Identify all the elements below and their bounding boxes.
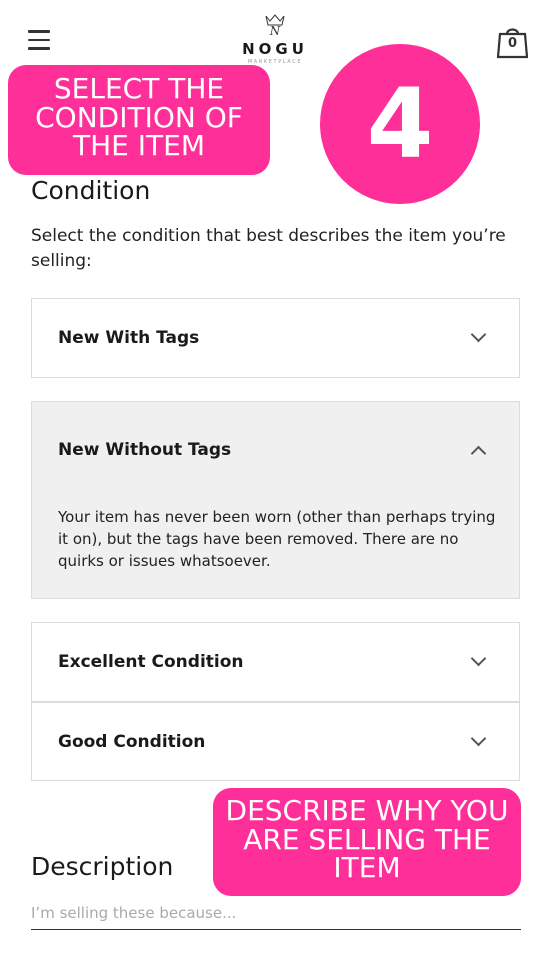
logo[interactable]: N NOGU MARKETPLACE (230, 12, 320, 65)
description-title: Description (31, 852, 174, 881)
condition-subtitle: Select the condition that best describes… (31, 226, 506, 271)
description-input[interactable] (31, 896, 521, 930)
condition-title: Condition (31, 176, 151, 205)
chevron-down-icon (471, 733, 485, 747)
step-number-badge: 4 (320, 44, 480, 204)
option-label: Excellent Condition (58, 652, 244, 672)
step-instruction-description: DESCRIBE WHY YOU ARE SELLING THE ITEM (213, 788, 521, 896)
condition-option-new-with-tags[interactable]: New With Tags (31, 298, 520, 378)
chevron-down-icon (471, 653, 485, 667)
svg-text:N: N (269, 24, 281, 38)
crown-logo-icon: N (265, 14, 285, 38)
option-label: New Without Tags (58, 440, 232, 460)
chevron-up-icon (471, 443, 485, 457)
option-label: Good Condition (58, 732, 206, 752)
option-description: Your item has never been worn (other tha… (58, 508, 496, 570)
option-label: New With Tags (58, 328, 200, 348)
chevron-down-icon (471, 329, 485, 343)
condition-option-excellent[interactable]: Excellent Condition (31, 622, 520, 702)
logo-name: NOGU (242, 40, 308, 58)
condition-option-good[interactable]: Good Condition (31, 702, 520, 781)
hamburger-menu-icon[interactable] (28, 30, 50, 50)
cart-count: 0 (507, 36, 518, 51)
shopping-bag-button[interactable]: 0 (496, 25, 529, 59)
step-instruction-condition: SELECT THE CONDITION OF THE ITEM (8, 65, 270, 175)
condition-option-new-without-tags[interactable]: New Without Tags Your item has never bee… (31, 401, 520, 599)
